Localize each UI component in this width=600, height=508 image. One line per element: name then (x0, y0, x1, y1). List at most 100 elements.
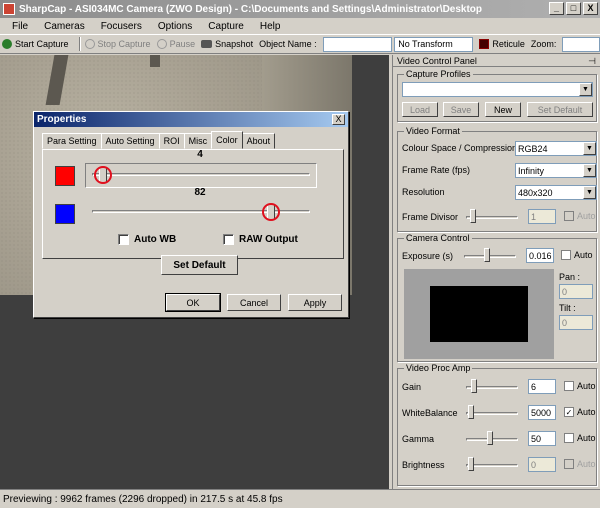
exposure-input[interactable]: 0.016 (526, 248, 554, 263)
brightness-auto-label: Auto (577, 459, 596, 469)
new-profile-button[interactable]: New (485, 102, 521, 117)
raw-output-checkbox[interactable]: RAW Output (223, 234, 298, 245)
blue-slider[interactable] (85, 200, 317, 225)
dialog-close-button[interactable]: X (332, 114, 345, 125)
tilt-label: Tilt : (559, 303, 576, 313)
tab-color[interactable]: Color (211, 131, 243, 149)
gamma-slider-thumb[interactable] (487, 431, 493, 445)
transform-select[interactable]: No Transform (394, 36, 474, 52)
resolution-label: Resolution (402, 187, 445, 197)
start-capture-button[interactable]: Start Capture (2, 39, 69, 49)
menu-cameras[interactable]: Cameras (36, 21, 93, 32)
cancel-button[interactable]: Cancel (227, 294, 281, 311)
gamma-auto-checkbox[interactable]: Auto (564, 433, 596, 443)
frame-divisor-slider-thumb[interactable] (470, 209, 476, 223)
auto-wb-label: Auto WB (134, 234, 177, 245)
camera-icon (201, 40, 213, 48)
menu-focusers[interactable]: Focusers (93, 21, 150, 32)
exposure-label: Exposure (s) (402, 251, 454, 261)
gain-auto-checkbox[interactable]: Auto (564, 381, 596, 391)
whitebalance-input[interactable]: 5000 (528, 405, 556, 420)
gain-input[interactable]: 6 (528, 379, 556, 394)
frame-divisor-auto-label: Auto (577, 211, 596, 221)
set-default-profile-button[interactable]: Set Default (527, 102, 593, 117)
gamma-auto-label: Auto (577, 433, 596, 443)
frame-divisor-input[interactable]: 1 (528, 209, 556, 224)
brightness-input[interactable]: 0 (528, 457, 556, 472)
pan-input[interactable]: 0 (559, 284, 593, 299)
pause-icon (156, 39, 167, 49)
tab-misc[interactable]: Misc (183, 133, 213, 149)
brightness-slider[interactable] (466, 457, 518, 473)
chevron-down-icon: ▼ (583, 142, 596, 155)
menu-file[interactable]: File (4, 21, 36, 32)
snapshot-button[interactable]: Snapshot (201, 39, 253, 49)
save-profile-button[interactable]: Save (443, 102, 479, 117)
stop-capture-button[interactable]: Stop Capture (84, 39, 151, 49)
capture-profiles-group: Capture Profiles ▼ Load Save New Set Def… (397, 69, 597, 122)
whitebalance-auto-checkbox[interactable]: ✓ Auto (564, 407, 596, 417)
frame-divisor-slider[interactable] (466, 209, 518, 225)
pin-icon[interactable]: ⊣ (588, 56, 596, 67)
exposure-slider[interactable] (464, 248, 516, 264)
pause-button[interactable]: Pause (156, 39, 195, 49)
panel-title: Video Control Panel (393, 55, 600, 67)
brightness-auto-checkbox[interactable]: Auto (564, 459, 596, 469)
capture-profiles-label: Capture Profiles (404, 69, 473, 79)
frame-rate-select[interactable]: Infinity ▼ (515, 163, 597, 178)
app-icon (3, 3, 15, 15)
red-slider[interactable] (85, 163, 317, 188)
auto-wb-checkbox[interactable]: Auto WB (118, 234, 176, 245)
capture-profile-select[interactable]: ▼ (402, 82, 593, 97)
gamma-input[interactable]: 50 (528, 431, 556, 446)
reticule-icon (479, 39, 490, 49)
menu-capture[interactable]: Capture (200, 21, 252, 32)
whitebalance-slider-thumb[interactable] (468, 405, 474, 419)
preview-background-lower (0, 295, 352, 489)
zoom-select[interactable] (562, 36, 600, 52)
maximize-button[interactable]: □ (566, 2, 581, 15)
reticule-button[interactable]: Reticule (479, 39, 525, 49)
tab-about[interactable]: About (241, 133, 276, 149)
dialog-tabs: Para Setting Auto Setting ROI Misc Color… (42, 131, 276, 149)
object-name-input[interactable] (322, 36, 393, 52)
transform-value: No Transform (398, 38, 453, 49)
camera-control-group: Camera Control Exposure (s) 0.016 Auto P… (397, 233, 597, 362)
video-proc-amp-group: Video Proc Amp Gain 6 Auto WhiteBalance … (397, 363, 597, 486)
toolbar: Start Capture Stop Capture Pause Snapsho… (0, 34, 600, 54)
start-capture-label: Start Capture (15, 39, 69, 49)
exposure-auto-checkbox[interactable]: Auto (561, 250, 593, 260)
whitebalance-slider[interactable] (466, 405, 518, 421)
tab-auto-setting[interactable]: Auto Setting (100, 133, 160, 149)
load-profile-button[interactable]: Load (402, 102, 438, 117)
gain-slider-thumb[interactable] (471, 379, 477, 393)
tab-para-setting[interactable]: Para Setting (42, 133, 102, 149)
tilt-input[interactable]: 0 (559, 315, 593, 330)
exposure-slider-thumb[interactable] (484, 248, 490, 262)
ok-button[interactable]: OK (165, 293, 221, 312)
menu-help[interactable]: Help (252, 21, 289, 32)
camera-control-label: Camera Control (404, 233, 472, 243)
exposure-auto-label: Auto (574, 250, 593, 260)
set-default-button[interactable]: Set Default (161, 255, 238, 275)
gain-slider[interactable] (466, 379, 518, 395)
gamma-slider[interactable] (466, 431, 518, 447)
colour-space-select[interactable]: RGB24 ▼ (515, 141, 597, 156)
menu-bar: File Cameras Focusers Options Capture He… (0, 18, 600, 34)
blue-value: 82 (194, 187, 206, 198)
pan-label: Pan : (559, 272, 581, 282)
frame-rate-value: Infinity (518, 165, 545, 176)
blue-swatch (55, 204, 75, 224)
video-format-label: Video Format (404, 126, 462, 136)
tab-roi[interactable]: ROI (158, 133, 185, 149)
brightness-slider-thumb[interactable] (468, 457, 474, 471)
frame-divisor-label: Frame Divisor (402, 212, 459, 222)
minimize-button[interactable]: _ (549, 2, 564, 15)
menu-options[interactable]: Options (150, 21, 200, 32)
close-button[interactable]: X (583, 2, 598, 15)
resolution-select[interactable]: 480x320 ▼ (515, 185, 597, 200)
apply-button[interactable]: Apply (288, 294, 342, 311)
video-proc-amp-label: Video Proc Amp (404, 363, 473, 373)
frame-divisor-auto-checkbox[interactable]: Auto (564, 211, 596, 221)
brightness-label: Brightness (402, 460, 445, 470)
